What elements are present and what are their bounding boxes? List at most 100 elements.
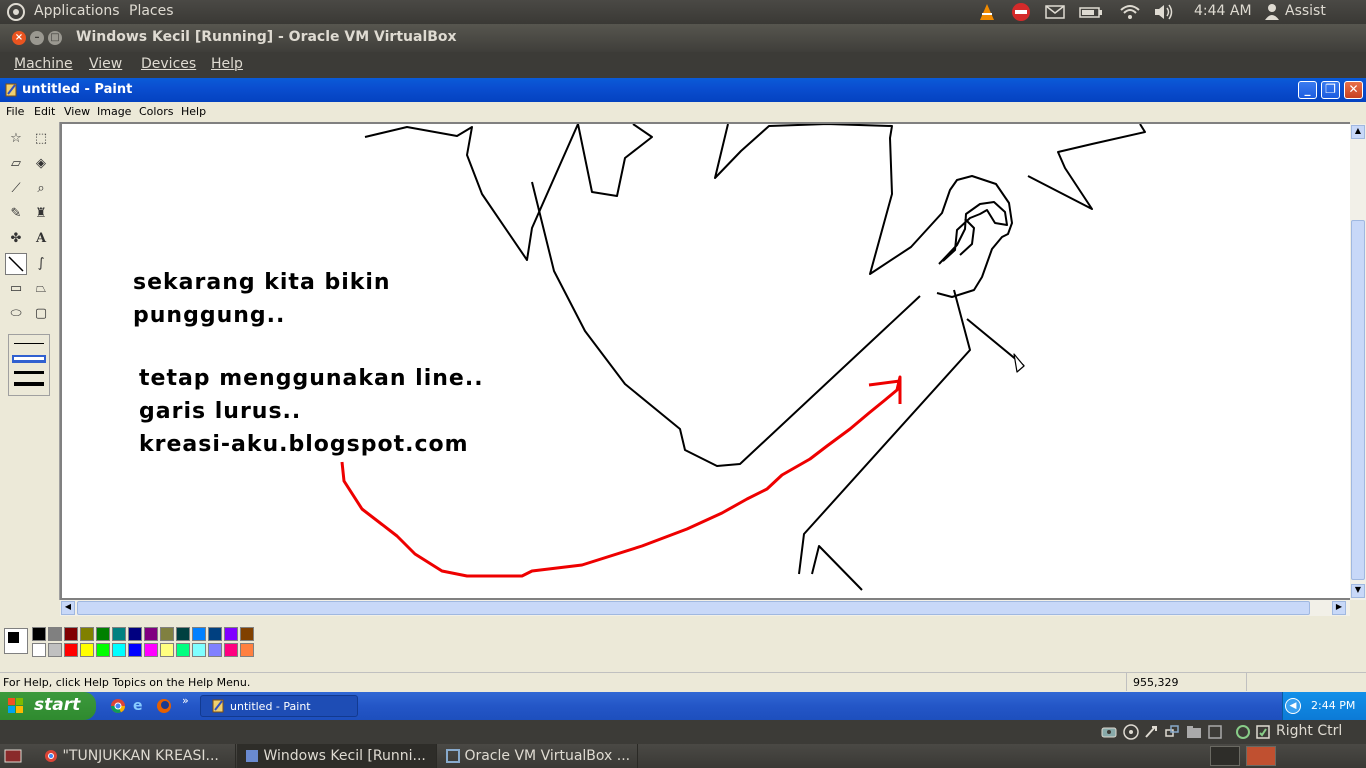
user-name[interactable]: Assist bbox=[1285, 3, 1326, 19]
palette-swatch[interactable] bbox=[48, 643, 62, 657]
paint-menu-edit[interactable]: Edit bbox=[34, 105, 55, 118]
workspace-1[interactable] bbox=[1210, 746, 1240, 766]
fill-icon[interactable]: ◈ bbox=[30, 153, 52, 175]
palette-swatch[interactable] bbox=[208, 627, 222, 641]
palette-swatch[interactable] bbox=[64, 643, 78, 657]
palette-swatch[interactable] bbox=[240, 643, 254, 657]
pencil-icon[interactable]: ✎ bbox=[5, 203, 27, 225]
display-icon[interactable] bbox=[1207, 724, 1223, 744]
maximize-icon[interactable]: □ bbox=[48, 31, 62, 45]
menu-machine[interactable]: Machine bbox=[14, 56, 73, 72]
palette-swatch[interactable] bbox=[64, 627, 78, 641]
ie-icon[interactable]: e bbox=[133, 698, 143, 714]
network-icon[interactable] bbox=[1164, 724, 1180, 744]
show-desktop-icon[interactable] bbox=[4, 749, 22, 767]
xp-clock[interactable]: 2:44 PM bbox=[1311, 699, 1355, 712]
mouse-integration-icon[interactable] bbox=[1255, 724, 1271, 744]
start-button[interactable]: start bbox=[0, 692, 96, 720]
vertical-scrollbar[interactable]: ▲ ▼ bbox=[1350, 124, 1366, 600]
scroll-left-icon[interactable]: ◀ bbox=[61, 601, 75, 615]
bottom-task-vm[interactable]: Windows Kecil [Runni... bbox=[237, 744, 437, 768]
paint-menu-file[interactable]: File bbox=[6, 105, 24, 118]
paint-menu-colors[interactable]: Colors bbox=[139, 105, 173, 118]
palette-swatch[interactable] bbox=[96, 643, 110, 657]
paint-close-button[interactable]: ✕ bbox=[1344, 81, 1363, 99]
horizontal-scrollbar[interactable]: ◀ ▶ bbox=[60, 600, 1350, 616]
rect-select-icon[interactable]: ⬚ bbox=[30, 128, 52, 150]
drawing-canvas[interactable]: sekarang kita bikin punggung.. tetap men… bbox=[62, 124, 1350, 598]
palette-swatch[interactable] bbox=[176, 627, 190, 641]
paint-menu-image[interactable]: Image bbox=[97, 105, 131, 118]
guest-screen[interactable]: untitled - Paint _ ❐ ✕ File Edit View Im… bbox=[0, 78, 1366, 720]
paint-titlebar[interactable]: untitled - Paint _ ❐ ✕ bbox=[0, 78, 1366, 102]
palette-swatch[interactable] bbox=[128, 627, 142, 641]
workspace-2[interactable] bbox=[1246, 746, 1276, 766]
palette-swatch[interactable] bbox=[160, 627, 174, 641]
volume-icon[interactable] bbox=[1153, 2, 1175, 26]
taskbar-paint-button[interactable]: untitled - Paint bbox=[200, 695, 358, 717]
free-select-icon[interactable]: ☆ bbox=[5, 128, 27, 150]
palette-swatch[interactable] bbox=[144, 627, 158, 641]
rectangle-tool-icon[interactable]: ▭ bbox=[5, 278, 27, 300]
menu-help[interactable]: Help bbox=[211, 56, 243, 72]
bottom-task-vbox-manager[interactable]: Oracle VM VirtualBox ... bbox=[438, 744, 638, 768]
palette-swatch[interactable] bbox=[224, 643, 238, 657]
wifi-icon[interactable] bbox=[1119, 2, 1141, 26]
stop-icon[interactable] bbox=[1011, 2, 1031, 26]
palette-swatch[interactable] bbox=[32, 627, 46, 641]
brush-icon[interactable]: ♜ bbox=[30, 203, 52, 225]
applications-menu[interactable]: Applications bbox=[34, 3, 120, 19]
usb-icon[interactable] bbox=[1143, 724, 1159, 744]
tray-expand-icon[interactable]: ◀ bbox=[1285, 698, 1301, 714]
polygon-tool-icon[interactable]: ⏢ bbox=[30, 278, 52, 300]
palette-swatch[interactable] bbox=[96, 627, 110, 641]
palette-swatch[interactable] bbox=[208, 643, 222, 657]
vbox-titlebar[interactable]: × – □ Windows Kecil [Running] - Oracle V… bbox=[0, 24, 1366, 52]
top-clock[interactable]: 4:44 AM bbox=[1194, 3, 1252, 19]
quicklaunch-more-icon[interactable]: » bbox=[182, 694, 189, 707]
menu-devices[interactable]: Devices bbox=[141, 56, 196, 72]
palette-swatch[interactable] bbox=[48, 627, 62, 641]
paint-minimize-button[interactable]: _ bbox=[1298, 81, 1317, 99]
rounded-rect-icon[interactable]: ▢ bbox=[30, 303, 52, 325]
vlc-icon[interactable] bbox=[977, 2, 997, 26]
palette-swatch[interactable] bbox=[176, 643, 190, 657]
scroll-up-icon[interactable]: ▲ bbox=[1351, 125, 1365, 139]
curve-tool-icon[interactable]: ∫ bbox=[30, 253, 52, 275]
line-width-selector[interactable] bbox=[8, 334, 50, 396]
hdd-icon[interactable] bbox=[1101, 724, 1117, 744]
close-icon[interactable]: × bbox=[12, 31, 26, 45]
menu-view[interactable]: View bbox=[89, 56, 122, 72]
palette-swatch[interactable] bbox=[240, 627, 254, 641]
cd-icon[interactable] bbox=[1123, 724, 1139, 744]
minimize-icon[interactable]: – bbox=[30, 31, 44, 45]
battery-icon[interactable] bbox=[1079, 3, 1103, 25]
eyedropper-icon[interactable]: ⟋ bbox=[5, 178, 27, 200]
bottom-task-chrome[interactable]: "TUNJUKKAN KREASI... bbox=[36, 744, 236, 768]
palette-swatch[interactable] bbox=[80, 627, 94, 641]
mail-icon[interactable] bbox=[1045, 3, 1065, 25]
airbrush-icon[interactable]: ✤ bbox=[5, 228, 27, 250]
palette-swatch[interactable] bbox=[112, 627, 126, 641]
palette-swatch[interactable] bbox=[112, 643, 126, 657]
scroll-right-icon[interactable]: ▶ bbox=[1332, 601, 1346, 615]
paint-menu-help[interactable]: Help bbox=[181, 105, 206, 118]
palette-swatch[interactable] bbox=[192, 643, 206, 657]
magnifier-icon[interactable]: ⌕ bbox=[30, 178, 52, 200]
eraser-icon[interactable]: ▱ bbox=[5, 153, 27, 175]
vertical-scroll-thumb[interactable] bbox=[1351, 220, 1365, 580]
paint-restore-button[interactable]: ❐ bbox=[1321, 81, 1340, 99]
current-colors[interactable] bbox=[4, 628, 28, 654]
paint-menu-view[interactable]: View bbox=[64, 105, 90, 118]
ubuntu-logo-icon[interactable] bbox=[6, 2, 26, 26]
palette-swatch[interactable] bbox=[160, 643, 174, 657]
palette-swatch[interactable] bbox=[192, 627, 206, 641]
firefox-icon[interactable] bbox=[156, 698, 172, 718]
palette-swatch[interactable] bbox=[128, 643, 142, 657]
chrome-icon[interactable] bbox=[110, 698, 126, 718]
scroll-down-icon[interactable]: ▼ bbox=[1351, 584, 1365, 598]
palette-swatch[interactable] bbox=[80, 643, 94, 657]
palette-swatch[interactable] bbox=[144, 643, 158, 657]
ellipse-tool-icon[interactable]: ⬭ bbox=[5, 303, 27, 325]
places-menu[interactable]: Places bbox=[129, 3, 174, 19]
